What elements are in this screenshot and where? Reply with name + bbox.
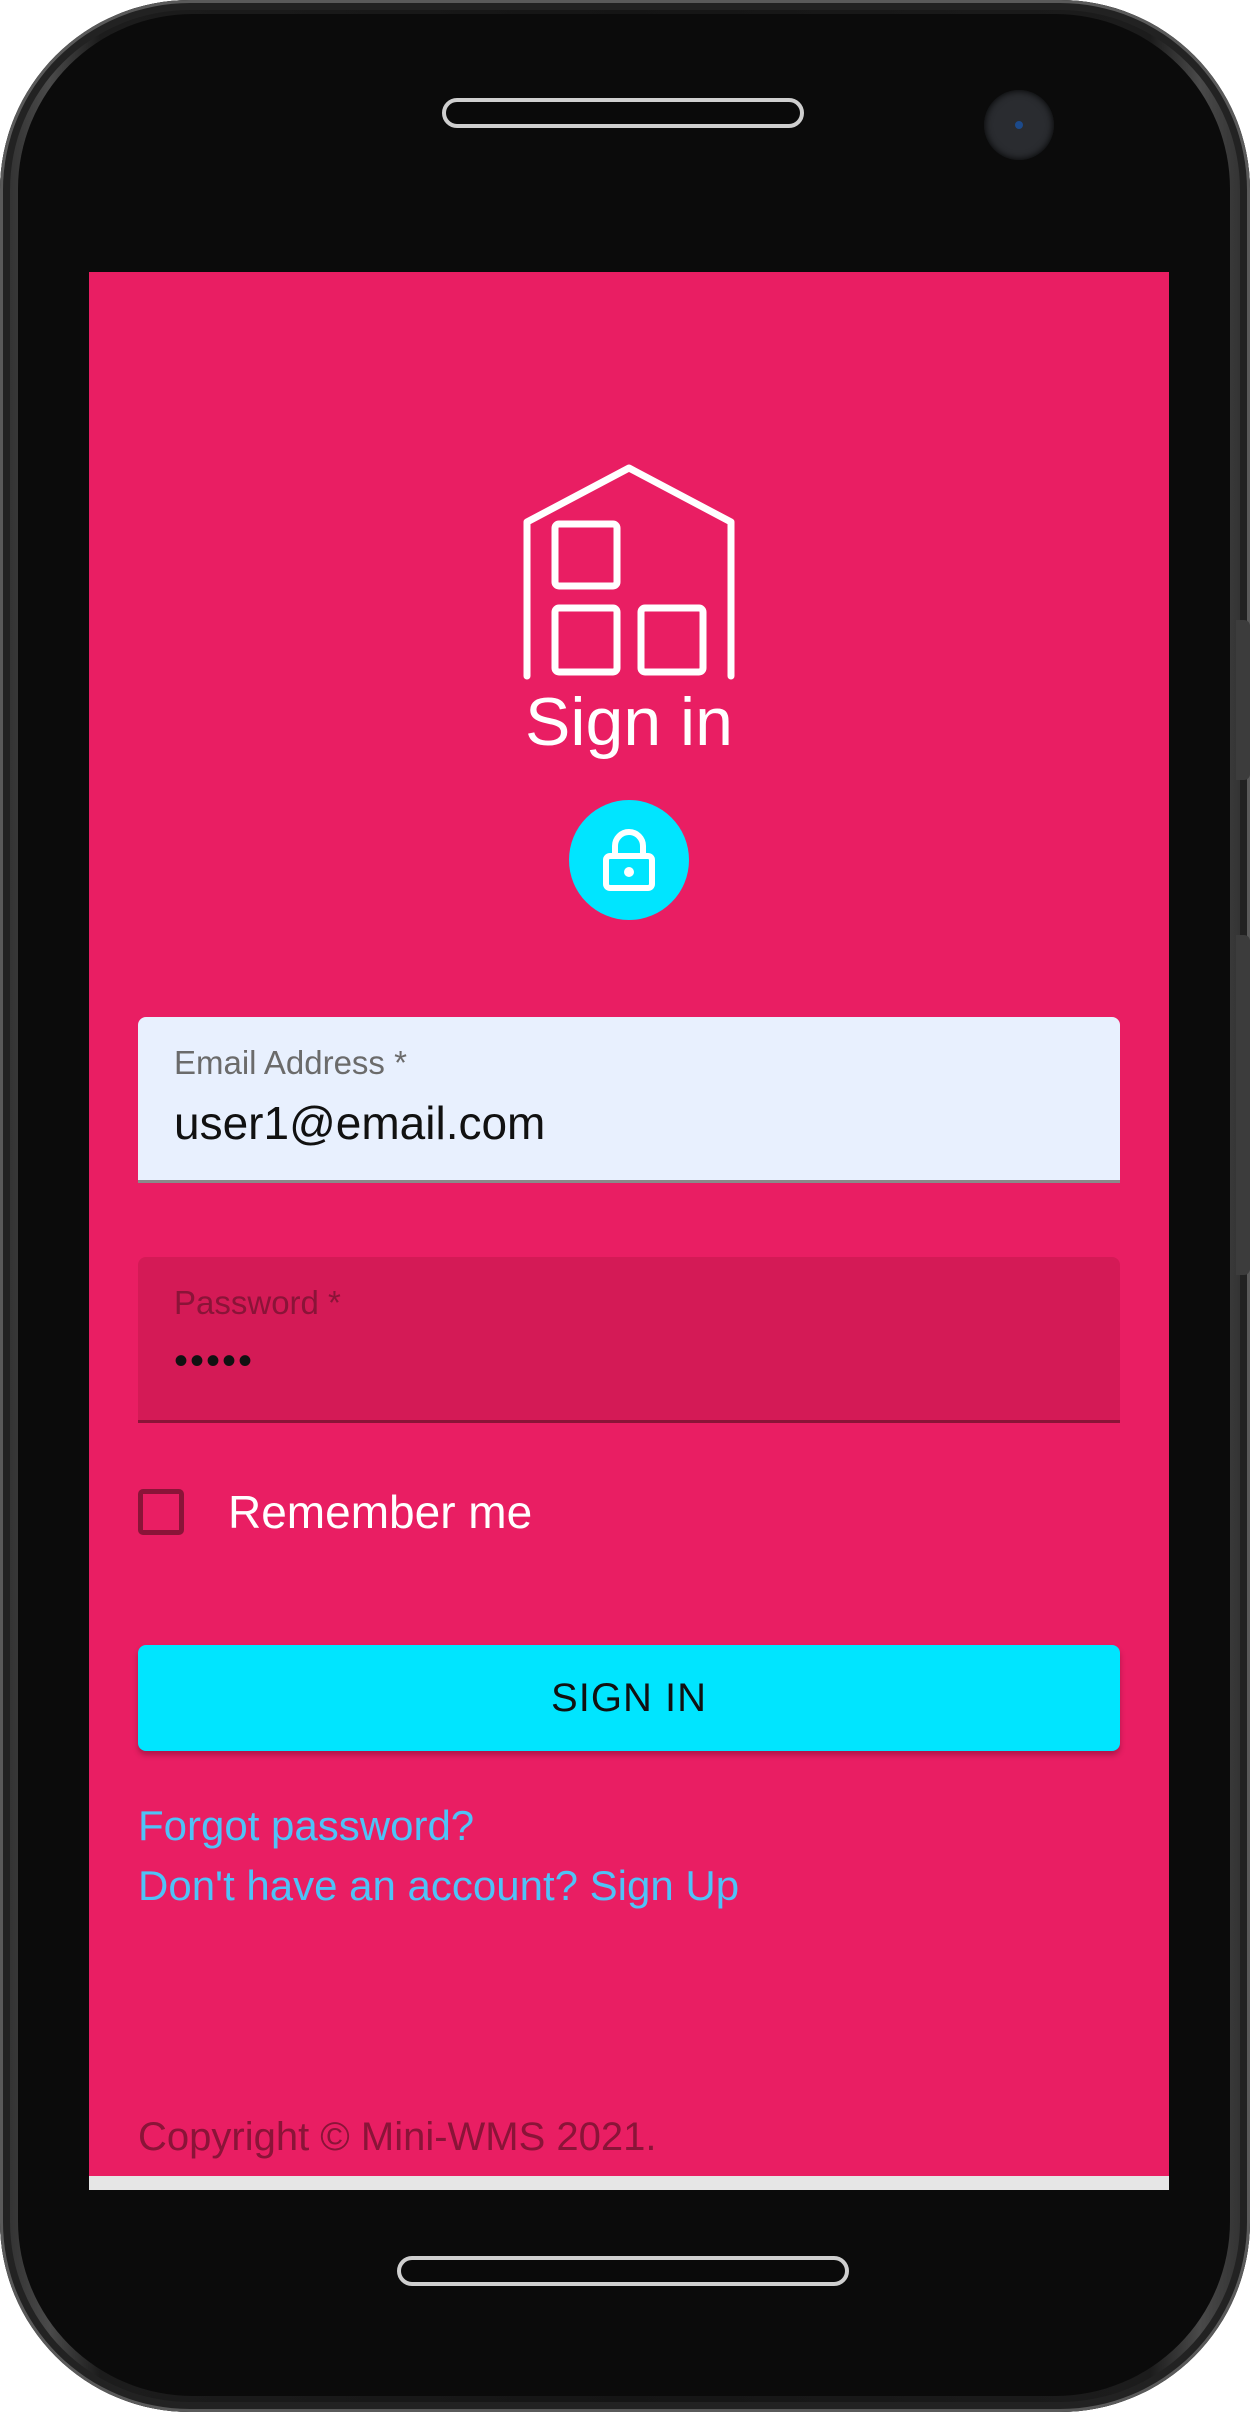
email-label: Email Address * xyxy=(174,1044,407,1081)
power-button xyxy=(1236,620,1250,780)
forgot-password-link[interactable]: Forgot password? xyxy=(138,1800,474,1852)
lock-avatar xyxy=(569,800,689,920)
lock-icon xyxy=(603,829,655,891)
remember-me-label[interactable]: Remember me xyxy=(228,1484,532,1540)
email-input[interactable] xyxy=(174,1095,1074,1151)
page-title: Sign in xyxy=(525,684,733,760)
password-field[interactable]: Password * ••••• xyxy=(138,1257,1120,1423)
remember-me-checkbox[interactable] xyxy=(138,1489,184,1535)
front-camera xyxy=(984,90,1054,160)
warehouse-icon xyxy=(521,462,737,680)
copyright-text: Copyright © Mini-WMS 2021. xyxy=(138,2115,657,2159)
app-screen: Sign in Email Address * Password * •••••… xyxy=(89,272,1169,2190)
email-field[interactable]: Email Address * xyxy=(138,1017,1120,1183)
password-input[interactable]: ••••• xyxy=(174,1333,1074,1389)
bottom-speaker xyxy=(397,2256,849,2286)
sign-up-link[interactable]: Don't have an account? Sign Up xyxy=(138,1860,739,1912)
earpiece-speaker xyxy=(442,98,804,128)
screen-bottom-edge xyxy=(89,2176,1169,2190)
sign-in-button[interactable]: SIGN IN xyxy=(138,1645,1120,1751)
password-label: Password * xyxy=(174,1284,341,1321)
remember-me[interactable]: Remember me xyxy=(138,1482,532,1542)
volume-button xyxy=(1236,935,1250,1275)
